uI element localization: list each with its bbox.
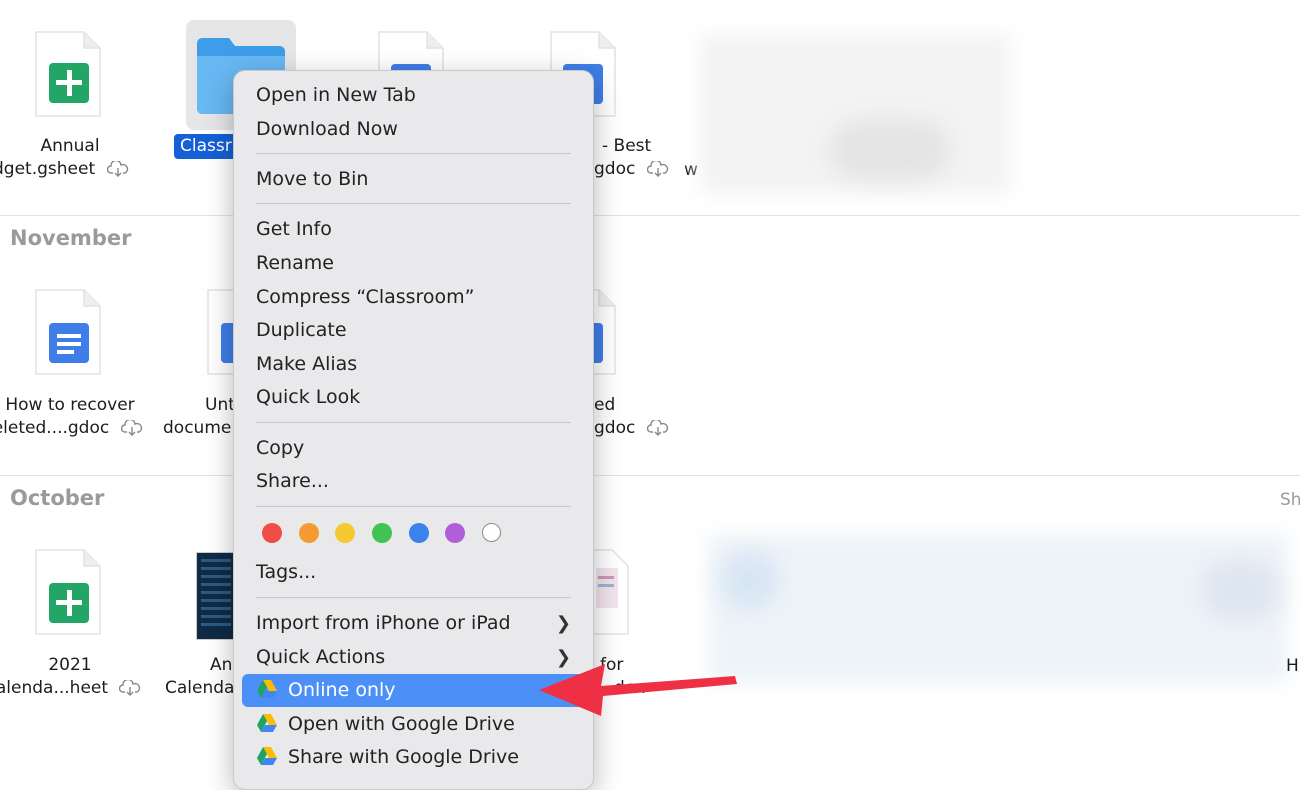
chevron-right-icon: ❯	[555, 613, 571, 634]
google-drive-icon	[257, 713, 277, 732]
blurred-region	[830, 120, 950, 180]
tag-yellow[interactable]	[335, 523, 355, 543]
menu-item-label: Open with Google Drive	[288, 713, 515, 735]
file-name-line: Annual	[40, 136, 100, 156]
tag-green[interactable]	[372, 523, 392, 543]
annotation-arrow-icon	[539, 664, 737, 716]
cloud-download-icon	[646, 161, 668, 177]
file-name-line: How to recover	[5, 395, 135, 415]
blurred-region	[708, 534, 1288, 684]
tag-purple[interactable]	[445, 523, 465, 543]
menu-separator	[256, 422, 571, 423]
menu-item-duplicate[interactable]: Duplicate	[242, 314, 585, 347]
gdoc-file-icon[interactable]	[34, 288, 102, 376]
file-name-line: gdoc	[594, 418, 636, 438]
file-label-annual-budget[interactable]: Annual budget.gsheet	[0, 135, 140, 181]
section-divider	[0, 475, 1300, 476]
tag-blue[interactable]	[409, 523, 429, 543]
menu-separator	[256, 203, 571, 204]
file-label-ed-doc[interactable]: ed gdoc	[594, 394, 674, 440]
menu-item-share[interactable]: Share...	[242, 465, 585, 498]
menu-separator	[256, 153, 571, 154]
menu-item-quick-actions[interactable]: Quick Actions ❯	[242, 641, 585, 674]
section-title-november: November	[10, 226, 132, 250]
menu-item-get-info[interactable]: Get Info	[242, 213, 585, 246]
calendar-thumbnail[interactable]	[196, 552, 238, 640]
file-name-line: budget.gsheet	[0, 159, 96, 179]
menu-item-compress[interactable]: Compress “Classroom”	[242, 281, 585, 314]
menu-item-online-only[interactable]: Online only	[242, 674, 585, 707]
file-label-partial[interactable]: H	[1286, 656, 1299, 676]
menu-item-download-now[interactable]: Download Now	[242, 113, 585, 146]
tag-red[interactable]	[262, 523, 282, 543]
menu-item-open-with-google-drive[interactable]: Open with Google Drive	[242, 708, 585, 741]
menu-separator	[256, 506, 571, 507]
gsheet-file-icon[interactable]	[34, 548, 102, 636]
menu-item-tags[interactable]: Tags...	[242, 556, 585, 589]
file-label-how-to-recover[interactable]: How to recover leleted....gdoc	[0, 394, 142, 440]
menu-item-rename[interactable]: Rename	[242, 247, 585, 280]
cloud-download-icon	[646, 420, 668, 436]
cloud-download-icon	[106, 161, 128, 177]
blurred-region	[720, 550, 780, 610]
google-drive-icon	[257, 746, 277, 765]
file-label-untitled[interactable]: Unt docume...	[163, 394, 248, 440]
menu-item-copy[interactable]: Copy	[242, 432, 585, 465]
menu-item-label: Online only	[288, 679, 396, 701]
menu-item-import-from-iphone[interactable]: Import from iPhone or iPad ❯	[242, 607, 585, 640]
menu-item-make-alias[interactable]: Make Alias	[242, 348, 585, 381]
file-label-2021-calendar[interactable]: 2021 Calenda...heet	[0, 654, 141, 700]
calendar-thumbnail-lines	[201, 559, 231, 631]
file-name-line: gdoc	[594, 159, 636, 179]
gsheet-file-icon[interactable]	[34, 30, 102, 118]
file-name-line: - Best	[602, 136, 652, 156]
blurred-region	[1200, 560, 1280, 620]
file-name-line: 2021	[48, 655, 92, 675]
file-name-line: docume...	[163, 418, 248, 438]
file-name-line: leleted....gdoc	[0, 418, 110, 438]
show-more-link[interactable]: Sh	[1280, 490, 1300, 510]
file-name-line: ed	[594, 395, 616, 415]
cloud-download-icon	[120, 420, 142, 436]
tag-gray[interactable]	[482, 523, 501, 542]
menu-item-label: Import from iPhone or iPad	[256, 612, 511, 634]
file-name-line: Calenda...heet	[0, 678, 109, 698]
menu-item-open-in-new-tab[interactable]: Open in New Tab	[242, 79, 585, 112]
menu-item-share-with-google-drive[interactable]: Share with Google Drive	[242, 741, 585, 774]
menu-item-label: Quick Actions	[256, 646, 386, 668]
tag-orange[interactable]	[299, 523, 319, 543]
menu-item-move-to-bin[interactable]: Move to Bin	[242, 163, 585, 196]
menu-item-label: Share with Google Drive	[288, 746, 519, 768]
section-divider	[0, 215, 1300, 216]
menu-item-quick-look[interactable]: Quick Look	[242, 381, 585, 414]
cloud-download-icon	[119, 680, 141, 696]
file-label-best-doc[interactable]: - Best gdoc	[594, 135, 674, 181]
section-title-october: October	[10, 486, 105, 510]
menu-separator	[256, 597, 571, 598]
google-drive-icon	[257, 679, 277, 698]
